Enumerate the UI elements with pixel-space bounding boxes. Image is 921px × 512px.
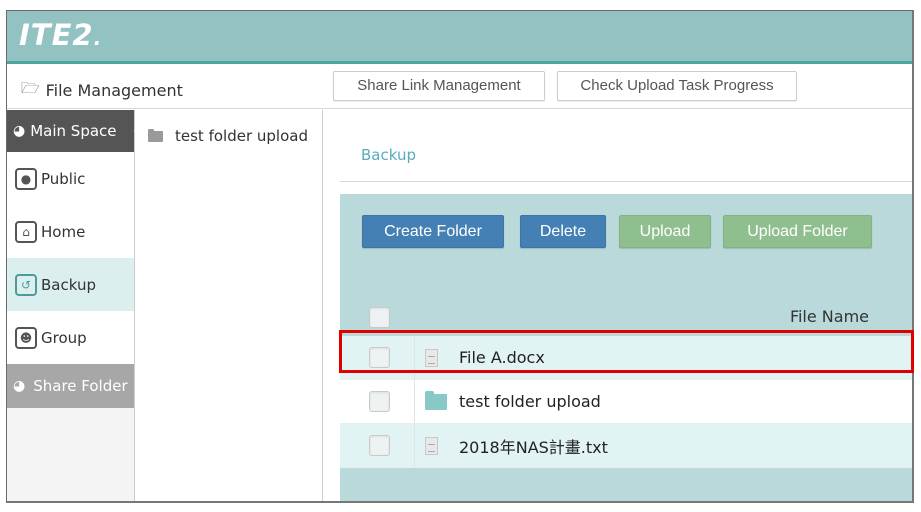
row-checkbox[interactable] bbox=[369, 391, 390, 412]
logo-text: ITE2 bbox=[19, 18, 94, 52]
folder-icon bbox=[148, 128, 163, 142]
column-header-file-name[interactable]: File Name bbox=[790, 307, 869, 326]
share-link-management-button[interactable]: Share Link Management bbox=[333, 71, 545, 101]
tree-item-label: test folder upload bbox=[175, 127, 308, 145]
file-management-label: File Management bbox=[45, 81, 183, 100]
sidebar-item-label: Backup bbox=[41, 275, 96, 294]
logo-dot: . bbox=[93, 26, 103, 50]
upload-button[interactable]: Upload bbox=[619, 215, 711, 248]
row-checkbox[interactable] bbox=[369, 347, 390, 368]
create-folder-button[interactable]: Create Folder bbox=[362, 215, 504, 248]
sidebar-item-label: Home bbox=[41, 222, 86, 241]
delete-button[interactable]: Delete bbox=[520, 215, 606, 248]
pie-chart-icon: ◕ bbox=[13, 123, 26, 139]
file-list: File A.docx test folder upload 2018年NAS計… bbox=[340, 336, 912, 468]
main-content: Backup Create Folder Delete Upload Uploa… bbox=[324, 110, 912, 501]
sidebar: ◕ Main Space ● Public ⌂ Home ↺ Backup ☻ … bbox=[7, 110, 141, 501]
history-icon: ↺ bbox=[15, 273, 37, 296]
file-name[interactable]: File A.docx bbox=[459, 348, 545, 367]
row-checkbox-cell bbox=[340, 380, 415, 423]
divider bbox=[340, 181, 912, 182]
file-panel: Create Folder Delete Upload Upload Folde… bbox=[340, 194, 912, 501]
sidebar-item-label: Group bbox=[41, 328, 87, 347]
sidebar-header-main-space[interactable]: ◕ Main Space bbox=[7, 110, 141, 152]
file-management-title: 🗁 File Management bbox=[21, 78, 183, 103]
sidebar-item-backup[interactable]: ↺ Backup bbox=[7, 258, 134, 311]
sidebar-header-label: Main Space bbox=[30, 122, 117, 140]
folder-icon bbox=[425, 390, 453, 410]
globe-icon: ● bbox=[15, 167, 37, 190]
upload-folder-button[interactable]: Upload Folder bbox=[723, 215, 872, 248]
table-row[interactable]: 2018年NAS計畫.txt bbox=[340, 424, 912, 468]
file-name[interactable]: test folder upload bbox=[459, 392, 601, 411]
sidebar-share-folder[interactable]: ◕ Share Folder bbox=[7, 364, 134, 408]
table-row[interactable]: test folder upload bbox=[340, 380, 912, 424]
file-icon bbox=[425, 436, 453, 455]
logo: ITE2. bbox=[19, 18, 102, 52]
file-icon bbox=[425, 348, 453, 367]
row-checkbox-cell bbox=[340, 336, 415, 379]
row-checkbox[interactable] bbox=[369, 435, 390, 456]
sidebar-item-public[interactable]: ● Public bbox=[7, 152, 134, 205]
table-header: File Name bbox=[340, 294, 912, 336]
home-icon: ⌂ bbox=[15, 220, 37, 243]
sidebar-item-label: Public bbox=[41, 169, 86, 188]
share-folder-label: Share Folder bbox=[33, 377, 128, 395]
check-upload-task-progress-button[interactable]: Check Upload Task Progress bbox=[557, 71, 797, 101]
row-checkbox-cell bbox=[340, 424, 415, 467]
file-name[interactable]: 2018年NAS計畫.txt bbox=[459, 434, 608, 458]
sidebar-item-home[interactable]: ⌂ Home bbox=[7, 205, 134, 258]
top-header: ITE2. bbox=[7, 11, 912, 64]
sub-header: 🗁 File Management Share Link Management … bbox=[7, 67, 912, 109]
folder-open-icon: 🗁 bbox=[21, 79, 40, 97]
breadcrumb[interactable]: Backup bbox=[361, 146, 416, 164]
tree-item-test-folder-upload[interactable]: test folder upload bbox=[148, 127, 308, 145]
pie-chart-icon: ◕ bbox=[13, 378, 26, 394]
app-window: ITE2. 🗁 File Management Share Link Manag… bbox=[6, 10, 914, 503]
folder-tree: test folder upload bbox=[136, 110, 323, 501]
table-row[interactable]: File A.docx bbox=[340, 336, 912, 380]
users-icon: ☻ bbox=[15, 326, 37, 349]
select-all-checkbox[interactable] bbox=[369, 307, 390, 328]
sidebar-item-group[interactable]: ☻ Group bbox=[7, 311, 134, 364]
